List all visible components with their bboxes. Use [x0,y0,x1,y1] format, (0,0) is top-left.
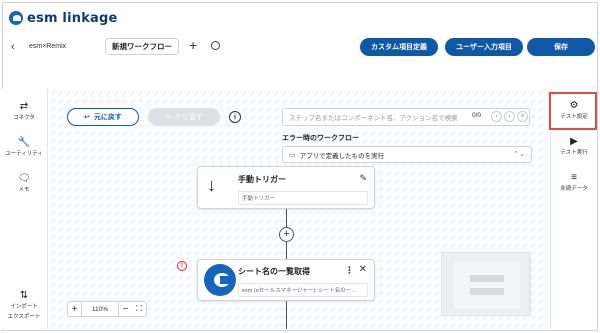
left-tool-panel: ⇄ コネクタ 🔧 ユーティリティ 🗨 メモ ⇅ インポート エクスポート [0,89,48,329]
breadcrumb[interactable]: esm×Remix [29,43,66,50]
swap-arrows-icon: ⇄ [19,101,29,112]
search-clear-icon[interactable]: × [517,111,528,122]
play-circle-icon: ▶ [570,136,578,147]
connector-line [286,301,287,329]
export-label: エクスポート [7,314,41,320]
fit-view-icon[interactable]: ⛶ [132,302,146,316]
app-icon: ▭ [289,151,296,159]
memo-tool[interactable]: 🗨 メモ [0,174,48,194]
redo-button[interactable]: ↪ やり直す [148,108,220,126]
search-next-icon[interactable]: › [504,111,515,122]
logo-icon [9,11,23,25]
trigger-node[interactable]: ↓ 手動トリガー ✎ 手動トリガー [197,166,375,209]
import-export-icon: ⇅ [19,290,29,301]
test-settings-highlight [549,92,597,130]
zoom-control: + 110% − ⛶ [67,301,147,317]
edit-icon[interactable]: ✎ [359,173,367,184]
add-step-button[interactable]: + [279,227,294,242]
step-node[interactable]: シート名の一覧取得 ⋮ ✕ esm (eセールスマネージャー): シート名の一.… [197,259,375,301]
esm-logo-icon [204,264,236,296]
error-workflow-select[interactable]: ▭ アプリで定義したものを実行 ⌃⌄ [282,146,532,163]
utility-tool[interactable]: 🔧 ユーティリティ [0,138,48,158]
database-icon: ≡ [571,172,577,183]
utility-label: ユーティリティ [5,151,43,157]
save-button[interactable]: 保存 [527,38,595,56]
top-bar: esm linkage [3,3,597,33]
more-options-icon[interactable]: ⋮ [345,265,354,276]
connector-tool[interactable]: ⇄ コネクタ [0,102,48,122]
custom-fields-button[interactable]: カスタム項目定義 [360,38,438,56]
connector-line [286,209,287,227]
connector-line [286,242,287,259]
import-export-tool[interactable]: ⇅ インポート エクスポート [0,291,48,321]
minimap[interactable] [441,252,531,316]
zoom-level: 110% [91,305,109,313]
info-icon[interactable]: i [229,111,241,123]
app-logo: esm linkage [9,11,118,26]
trigger-subtitle: 手動トリガー [238,191,368,205]
persistent-data-label: 永続データ [560,186,588,192]
minimap-viewport [454,261,520,309]
back-icon[interactable]: ‹ [11,41,15,53]
minimap-node [470,288,504,295]
redo-label: やり直す [174,114,203,121]
memo-icon: 🗨 [17,173,31,184]
zoom-out-button[interactable]: − [118,302,132,316]
search-count: 0/0 [472,112,482,119]
redo-icon: ↪ [165,114,171,121]
error-workflow-value: アプリで定義したものを実行 [299,152,385,160]
undo-icon: ↩ [84,114,90,121]
logo-text: esm linkage [27,10,118,26]
step-subtitle: esm (eセールスマネージャー): シート名の一... [238,283,368,297]
trigger-title: 手動トリガー [238,175,286,184]
minimap-node [470,275,504,282]
undo-label: 元に戻す [93,114,122,121]
test-run-tool[interactable]: ▶ テスト実行 [551,137,597,157]
down-arrow-icon: ↓ [207,175,216,195]
warning-icon: ! [177,261,187,271]
memo-label: メモ [18,187,30,193]
search-prev-icon[interactable]: ‹ [491,111,502,122]
add-icon[interactable]: + [189,37,197,53]
import-label: インポート [10,304,38,310]
error-workflow-label: エラー時のワークフロー [282,135,359,142]
step-title: シート名の一覧取得 [238,267,310,276]
persistent-data-tool[interactable]: ≡ 永続データ [551,173,597,193]
undo-button[interactable]: ↩ 元に戻す [67,108,139,126]
settings-gear-icon[interactable] [211,41,220,50]
workflow-header: ‹ esm×Remix 新規ワークフロー + カスタム項目定義 ユーザー入力項目… [3,33,597,63]
zoom-in-button[interactable]: + [68,302,82,316]
workflow-title-field[interactable]: 新規ワークフロー [105,38,179,55]
user-input-button[interactable]: ユーザー入力項目 [445,38,523,56]
chevron-updown-icon: ⌃⌄ [513,151,525,158]
wrench-icon: 🔧 [17,137,31,148]
close-icon[interactable]: ✕ [359,264,367,275]
test-run-label: テスト実行 [560,150,588,156]
connector-label: コネクタ [13,115,35,121]
